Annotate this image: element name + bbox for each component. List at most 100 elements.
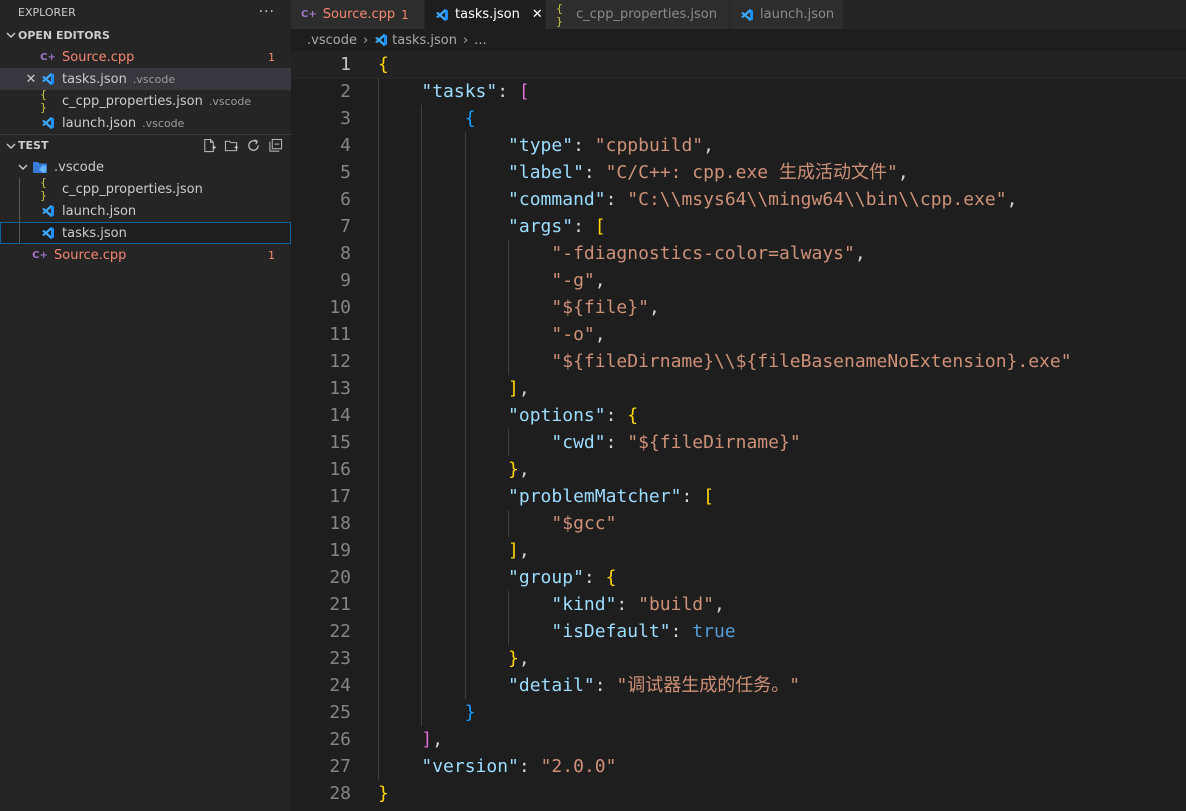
code-token: ,: [594, 324, 606, 345]
vscode-icon: [435, 8, 449, 22]
line-number: 18: [329, 513, 351, 534]
line-number: 19: [329, 540, 351, 561]
open-editor-item-tasks-json[interactable]: ✕ tasks.json .vscode: [0, 68, 291, 90]
code-line[interactable]: 23 },: [291, 645, 1186, 672]
tree-item-c-cpp-properties[interactable]: { } c_cpp_properties.json: [0, 176, 291, 202]
code-line[interactable]: 27 "version": "2.0.0": [291, 753, 1186, 780]
vscode-icon: [40, 225, 56, 241]
code-line[interactable]: 25 }: [291, 699, 1186, 726]
line-number: 9: [340, 270, 351, 291]
open-editor-item-launch-json[interactable]: launch.json .vscode: [0, 112, 291, 134]
tree-item-source-cpp[interactable]: C+ Source.cpp 1: [0, 244, 291, 266]
code-line[interactable]: 13 ],: [291, 375, 1186, 402]
code-line[interactable]: 2 "tasks": [: [291, 78, 1186, 105]
code-line[interactable]: 11 "-o",: [291, 321, 1186, 348]
code-line[interactable]: 22 "isDefault": true: [291, 618, 1186, 645]
code-token: :: [573, 135, 595, 156]
code-line[interactable]: 4 "type": "cppbuild",: [291, 132, 1186, 159]
code-token: "2.0.0": [540, 756, 617, 777]
code-line[interactable]: 7 "args": [: [291, 213, 1186, 240]
collapse-all-icon[interactable]: [267, 138, 283, 154]
chevron-down-icon: [4, 30, 18, 40]
code-token: "type": [508, 135, 574, 156]
cpp-file-icon: C+: [301, 9, 317, 20]
code-line[interactable]: 8 "-fdiagnostics-color=always",: [291, 240, 1186, 267]
tab-c-cpp-properties[interactable]: { } c_cpp_properties.json: [546, 0, 730, 29]
line-number: 22: [329, 621, 351, 642]
code-token: :: [681, 486, 704, 507]
code-editor[interactable]: 1{2 "tasks": [3 {4 "type": "cppbuild", 5 …: [291, 51, 1186, 811]
ellipsis-icon[interactable]: ···: [259, 4, 275, 20]
code-token: [: [518, 81, 530, 102]
refresh-icon[interactable]: [245, 138, 261, 154]
breadcrumb: .vscode › tasks.json › ...: [291, 29, 1186, 51]
code-token: "command": [508, 189, 606, 210]
code-line[interactable]: 10 "${file}",: [291, 294, 1186, 321]
code-text: "cwd": "${fileDirname}": [378, 429, 800, 456]
chevron-down-icon: [16, 162, 30, 172]
code-line[interactable]: 21 "kind": "build",: [291, 591, 1186, 618]
chevron-down-icon: [4, 141, 18, 151]
code-line[interactable]: 28}: [291, 780, 1186, 807]
breadcrumb-item-file[interactable]: tasks.json: [392, 33, 457, 48]
tree-folder-vscode[interactable]: .vscode: [0, 156, 291, 178]
open-editor-item-c-cpp-properties[interactable]: { } c_cpp_properties.json .vscode: [0, 88, 291, 114]
open-editors-header[interactable]: OPEN EDITORS: [0, 24, 291, 46]
code-text: "kind": "build",: [378, 591, 724, 618]
line-number: 24: [329, 675, 351, 696]
workspace-header[interactable]: TEST: [0, 134, 291, 156]
indent-guide: [19, 222, 20, 244]
code-line[interactable]: 9 "-g",: [291, 267, 1186, 294]
code-line[interactable]: 19 ],: [291, 537, 1186, 564]
code-line[interactable]: 17 "problemMatcher": [: [291, 483, 1186, 510]
vscode-icon: [40, 115, 56, 131]
code-line[interactable]: 16 },: [291, 456, 1186, 483]
code-line[interactable]: 6 "command": "C:\\msys64\\mingw64\\bin\\…: [291, 186, 1186, 213]
chevron-right-icon: ›: [362, 32, 369, 48]
code-token: :: [616, 594, 639, 615]
code-line[interactable]: 18 "$gcc": [291, 510, 1186, 537]
tree-item-tasks-json[interactable]: tasks.json: [0, 222, 291, 244]
code-text: ],: [378, 375, 530, 402]
new-file-icon[interactable]: [201, 138, 217, 154]
code-line[interactable]: 26 ],: [291, 726, 1186, 753]
code-line[interactable]: 24 "detail": "调试器生成的任务。": [291, 672, 1186, 699]
code-line[interactable]: 5 "label": "C/C++: cpp.exe 生成活动文件",: [291, 159, 1186, 186]
code-token: ,: [594, 270, 606, 291]
code-token: "$gcc": [551, 513, 617, 534]
code-text: }: [378, 780, 389, 807]
code-token: "kind": [551, 594, 617, 615]
code-token: ,: [432, 729, 444, 750]
line-number: 28: [329, 783, 351, 804]
code-line[interactable]: 14 "options": {: [291, 402, 1186, 429]
code-line[interactable]: 12 "${fileDirname}\\${fileBasenameNoExte…: [291, 348, 1186, 375]
code-text: "group": {: [378, 564, 616, 591]
new-folder-icon[interactable]: [223, 138, 239, 154]
code-token: "调试器生成的任务。": [616, 675, 801, 696]
open-editor-item-source-cpp[interactable]: C+ Source.cpp 1: [0, 46, 291, 68]
code-line[interactable]: 3 {: [291, 105, 1186, 132]
code-token: true: [692, 621, 736, 642]
code-token: ,: [648, 297, 660, 318]
tree-label: launch.json: [62, 203, 137, 219]
tree-item-launch-json[interactable]: launch.json: [0, 200, 291, 222]
code-line[interactable]: 15 "cwd": "${fileDirname}": [291, 429, 1186, 456]
tab-launch-json[interactable]: launch.json: [730, 0, 844, 29]
close-icon[interactable]: ✕: [24, 72, 38, 87]
code-line[interactable]: 1{: [291, 51, 1186, 79]
code-text: "${fileDirname}\\${fileBasenameNoExtensi…: [378, 348, 1071, 375]
code-line[interactable]: 20 "group": {: [291, 564, 1186, 591]
explorer-header: EXPLORER ···: [0, 0, 291, 24]
tab-tasks-json[interactable]: tasks.json ✕: [425, 0, 546, 29]
breadcrumb-item-folder[interactable]: .vscode: [307, 33, 357, 48]
code-text: "detail": "调试器生成的任务。": [378, 672, 800, 699]
breadcrumb-item-symbol[interactable]: ...: [474, 33, 486, 48]
close-icon[interactable]: ✕: [532, 7, 543, 22]
tab-source-cpp[interactable]: C+ Source.cpp 1: [291, 0, 425, 29]
